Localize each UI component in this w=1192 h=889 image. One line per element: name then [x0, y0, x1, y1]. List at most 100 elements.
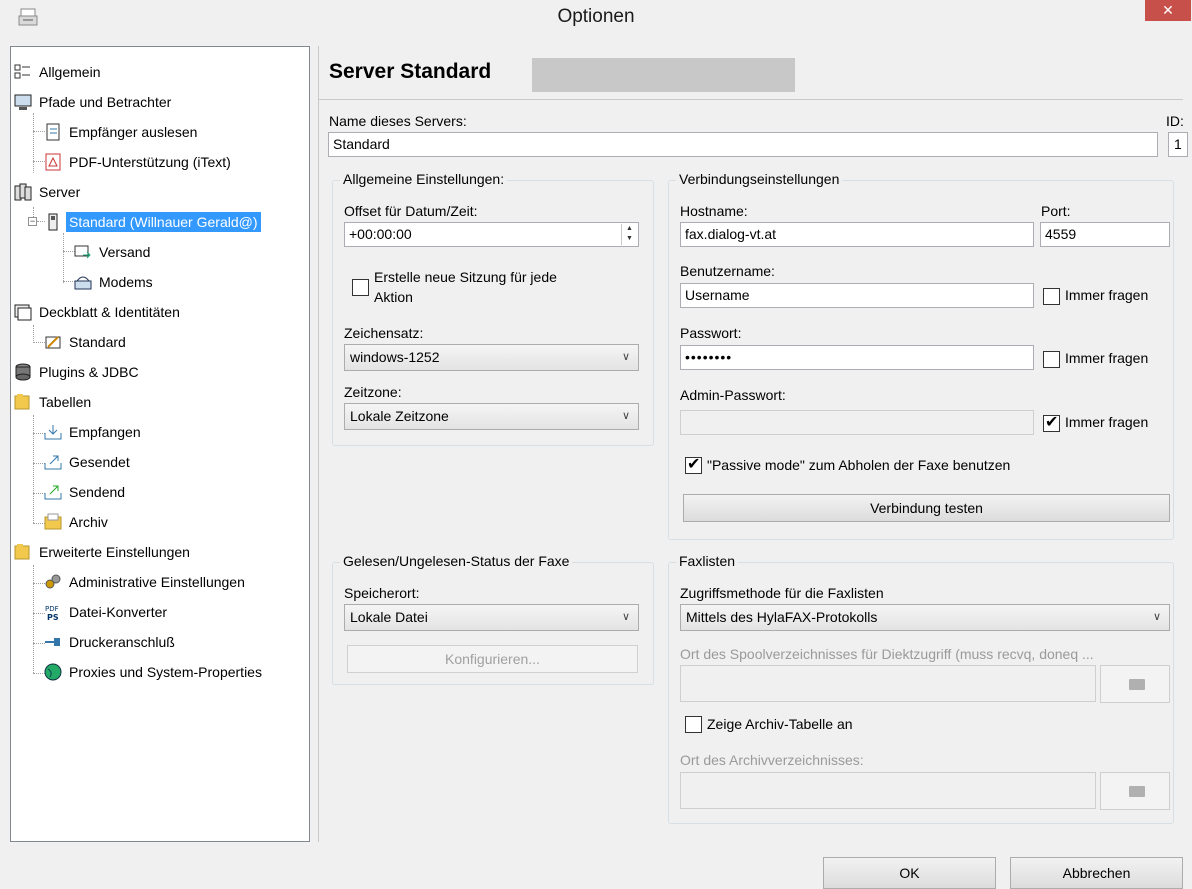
port-field[interactable]: 4559 [1040, 222, 1170, 247]
username-label: Benutzername: [680, 263, 775, 279]
plug-icon [45, 638, 60, 647]
hostname-label: Hostname: [680, 203, 748, 219]
tree-item-pdf[interactable]: PDF-Unterstützung (iText) [44, 150, 234, 174]
cancel-button[interactable]: Abbrechen [1010, 857, 1183, 889]
tree-item-label: Server [39, 184, 81, 200]
tree-item-label: Plugins & JDBC [39, 364, 139, 380]
archive-browse-button[interactable] [1100, 772, 1170, 810]
tree-item-standard-identity[interactable]: Standard [44, 330, 129, 354]
tree-item-drucker[interactable]: Druckeranschluß [44, 630, 178, 654]
phone-icon [48, 213, 58, 231]
chevron-down-icon: ∨ [621, 351, 630, 363]
offset-spinner[interactable]: ▲ ▼ [621, 224, 637, 245]
tree-item-gesendet[interactable]: Gesendet [44, 450, 133, 474]
tree-item-label: Versand [99, 244, 151, 260]
new-session-label: Erstelle neue Sitzung für jede [374, 269, 557, 285]
password-field[interactable]: •••••••• [680, 345, 1034, 370]
spin-down-icon[interactable]: ▼ [622, 234, 637, 244]
test-connection-button[interactable]: Verbindung testen [683, 494, 1170, 522]
monitor-icon [14, 94, 32, 111]
access-method-value: Mittels des HylaFAX-Protokolls [686, 609, 878, 625]
tree-item-admin[interactable]: Administrative Einstellungen [44, 570, 248, 594]
svg-text:PS: PS [47, 613, 59, 621]
spin-up-icon[interactable]: ▲ [622, 224, 637, 234]
tree-item-empfaenger[interactable]: Empfänger auslesen [44, 120, 200, 144]
tree-item-label: Deckblatt & Identitäten [39, 304, 180, 320]
database-icon [15, 363, 31, 381]
tree-item-versand[interactable]: Versand [74, 240, 153, 264]
folder-icon [14, 544, 30, 560]
tree-item-sendend[interactable]: Sendend [44, 480, 128, 504]
timezone-select[interactable]: Lokale Zeitzone ∨ [344, 403, 639, 430]
username-field[interactable]: Username [680, 283, 1034, 308]
title-bar: Optionen ✕ [0, 0, 1192, 34]
chevron-down-icon: ∨ [621, 611, 630, 623]
configure-button[interactable]: Konfigurieren... [347, 645, 638, 673]
spool-browse-button[interactable] [1100, 665, 1170, 703]
access-method-select[interactable]: Mittels des HylaFAX-Protokolls ∨ [680, 604, 1170, 631]
options-tree[interactable]: − Allgemein Pfade und Betrachter Empfäng… [10, 46, 310, 842]
tree-item-standard-server[interactable]: Standard (Willnauer Gerald@) [44, 210, 261, 234]
admin-ask-checkbox[interactable]: ✔ [1043, 414, 1060, 432]
chevron-down-icon: ∨ [621, 410, 630, 422]
show-archive-checkbox[interactable] [685, 716, 702, 733]
pdf-ps-icon: PDFPS [45, 605, 59, 621]
admin-password-field[interactable] [680, 410, 1034, 435]
tree-item-tabellen[interactable]: Tabellen [14, 390, 94, 414]
faxlists-title: Faxlisten [676, 553, 739, 569]
passive-mode-checkbox[interactable]: ✔ [685, 456, 702, 474]
username-ask-checkbox[interactable] [1043, 288, 1060, 305]
server-name-field[interactable]: Standard [328, 132, 1158, 157]
new-session-checkbox[interactable] [352, 279, 369, 296]
location-select[interactable]: Lokale Datei ∨ [344, 604, 639, 631]
settings-panel: Server Standard Name dieses Servers: ID:… [318, 46, 1188, 842]
archive-icon [44, 513, 62, 530]
spool-dir-field[interactable] [680, 665, 1096, 702]
charset-value: windows-1252 [350, 349, 440, 365]
redacted-area [532, 58, 795, 92]
tree-item-modems[interactable]: Modems [74, 270, 156, 294]
tree-item-label: Proxies und System-Properties [69, 664, 262, 680]
tree-item-proxies[interactable]: Proxies und System-Properties [44, 660, 265, 684]
charset-label: Zeichensatz: [344, 325, 424, 341]
offset-value: +00:00:00 [349, 226, 412, 242]
collapse-icon[interactable]: − [28, 217, 37, 226]
tree-item-server[interactable]: Server [14, 180, 83, 204]
checkmark-icon: ✔ [1045, 414, 1059, 431]
ok-button[interactable]: OK [823, 857, 996, 889]
id-label: ID: [1166, 113, 1184, 129]
folder-icon [1129, 786, 1145, 797]
password-ask-checkbox[interactable] [1043, 351, 1060, 368]
checkmark-icon: ✔ [687, 456, 701, 473]
timezone-value: Lokale Zeitzone [350, 408, 449, 424]
tree-item-label: Pfade und Betrachter [39, 94, 172, 110]
general-settings-title: Allgemeine Einstellungen: [340, 171, 508, 187]
tree-item-deckblatt[interactable]: Deckblatt & Identitäten [14, 300, 183, 324]
tree-item-allgemein[interactable]: Allgemein [14, 60, 103, 84]
password-ask-label: Immer fragen [1065, 350, 1149, 366]
inbox-icon [44, 425, 62, 440]
chevron-down-icon: ∨ [1152, 611, 1161, 623]
tree-item-pfade[interactable]: Pfade und Betrachter [14, 90, 174, 114]
archive-dir-field[interactable] [680, 772, 1096, 809]
identity-icon [45, 336, 61, 349]
new-session-label-cont: Aktion [374, 289, 413, 305]
location-label: Speicherort: [344, 585, 420, 601]
sent-icon [44, 455, 62, 470]
offset-field[interactable]: +00:00:00 ▲ ▼ [344, 222, 639, 247]
tree-item-empfangen[interactable]: Empfangen [44, 420, 144, 444]
charset-select[interactable]: windows-1252 ∨ [344, 344, 639, 371]
tree-item-plugins[interactable]: Plugins & JDBC [14, 360, 142, 384]
archive-dir-label: Ort des Archivverzeichnisses: [680, 752, 864, 768]
tree-item-archiv[interactable]: Archiv [44, 510, 111, 534]
tree-item-konverter[interactable]: PDF PS Datei-Konverter [44, 600, 170, 624]
folder-icon [1129, 679, 1145, 690]
tree-item-label: Modems [99, 274, 153, 290]
close-button[interactable]: ✕ [1145, 0, 1191, 21]
modem-icon [74, 276, 92, 290]
tree-item-label: Standard (Willnauer Gerald@) [66, 212, 261, 232]
tree-item-label: Administrative Einstellungen [69, 574, 245, 590]
tree-item-erweitert[interactable]: Erweiterte Einstellungen [14, 540, 193, 564]
hostname-field[interactable]: fax.dialog-vt.at [680, 222, 1034, 247]
admin-password-label: Admin-Passwort: [680, 387, 786, 403]
